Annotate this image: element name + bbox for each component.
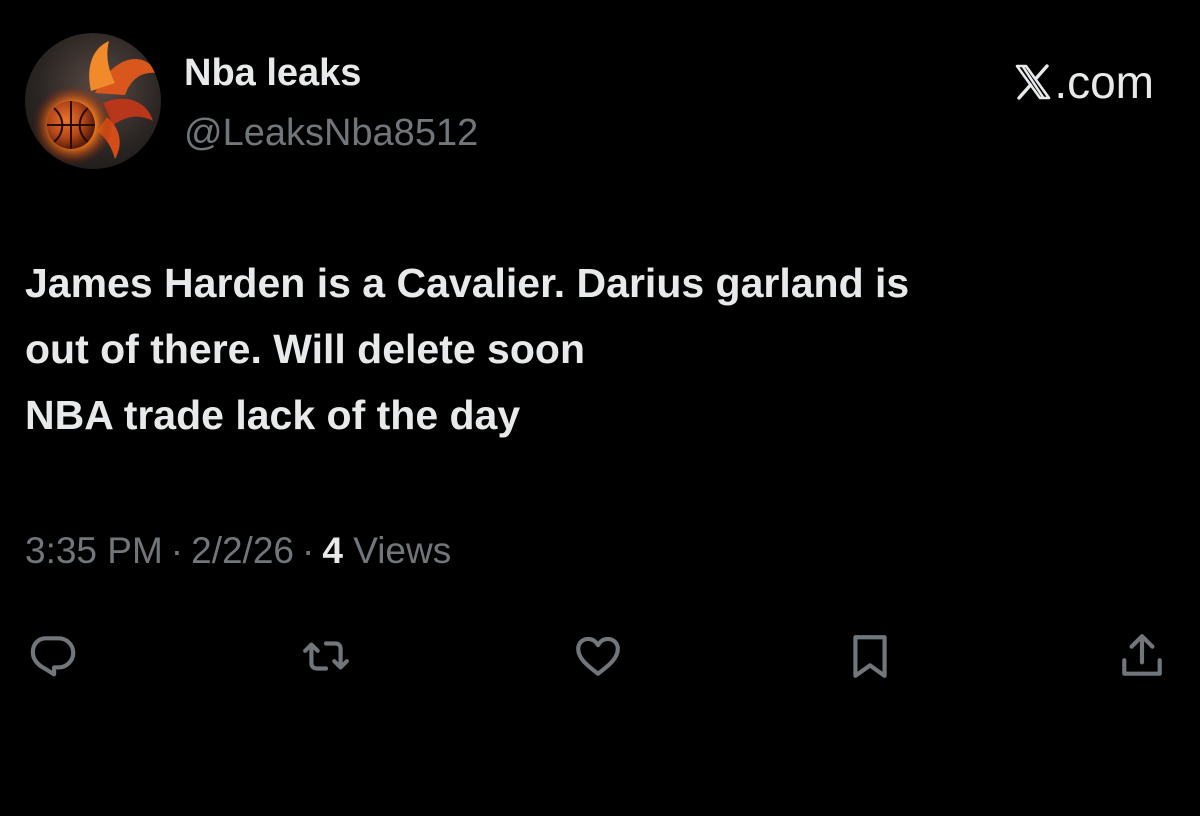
tweet-meta: 3:35 PM · 2/2/26 · 4 Views (25, 530, 451, 572)
bookmark-button[interactable] (842, 628, 898, 684)
bookmark-icon (853, 635, 887, 678)
views-count: 4 (322, 530, 343, 571)
share-icon (1122, 634, 1162, 676)
share-button[interactable] (1114, 628, 1170, 684)
brand-label: .com (1054, 56, 1154, 108)
display-name[interactable]: Nba leaks (184, 52, 361, 95)
tweet-date[interactable]: 2/2/26 (191, 530, 294, 571)
brand-watermark: .com (1014, 55, 1154, 109)
reply-icon (30, 636, 76, 677)
meta-separator: · (170, 530, 184, 571)
user-handle[interactable]: @LeaksNba8512 (184, 112, 478, 155)
avatar[interactable] (25, 33, 161, 169)
like-button[interactable] (570, 628, 626, 684)
phoenix-basketball-icon (33, 41, 157, 165)
action-bar (0, 628, 1200, 684)
views-label: Views (353, 530, 452, 571)
heart-icon (576, 636, 620, 676)
repost-button[interactable] (298, 628, 354, 684)
tweet-line: out of there. Will delete soon (25, 326, 585, 372)
repost-icon (303, 641, 349, 671)
tweet-line: NBA trade lack of the day (25, 392, 521, 438)
tweet-text: James Harden is a Cavalier. Darius garla… (25, 250, 1175, 448)
x-logo-icon (1016, 64, 1051, 100)
reply-button[interactable] (24, 628, 80, 684)
tweet-line: James Harden is a Cavalier. Darius garla… (25, 260, 910, 306)
tweet-time[interactable]: 3:35 PM (25, 530, 163, 571)
meta-separator: · (302, 530, 315, 571)
